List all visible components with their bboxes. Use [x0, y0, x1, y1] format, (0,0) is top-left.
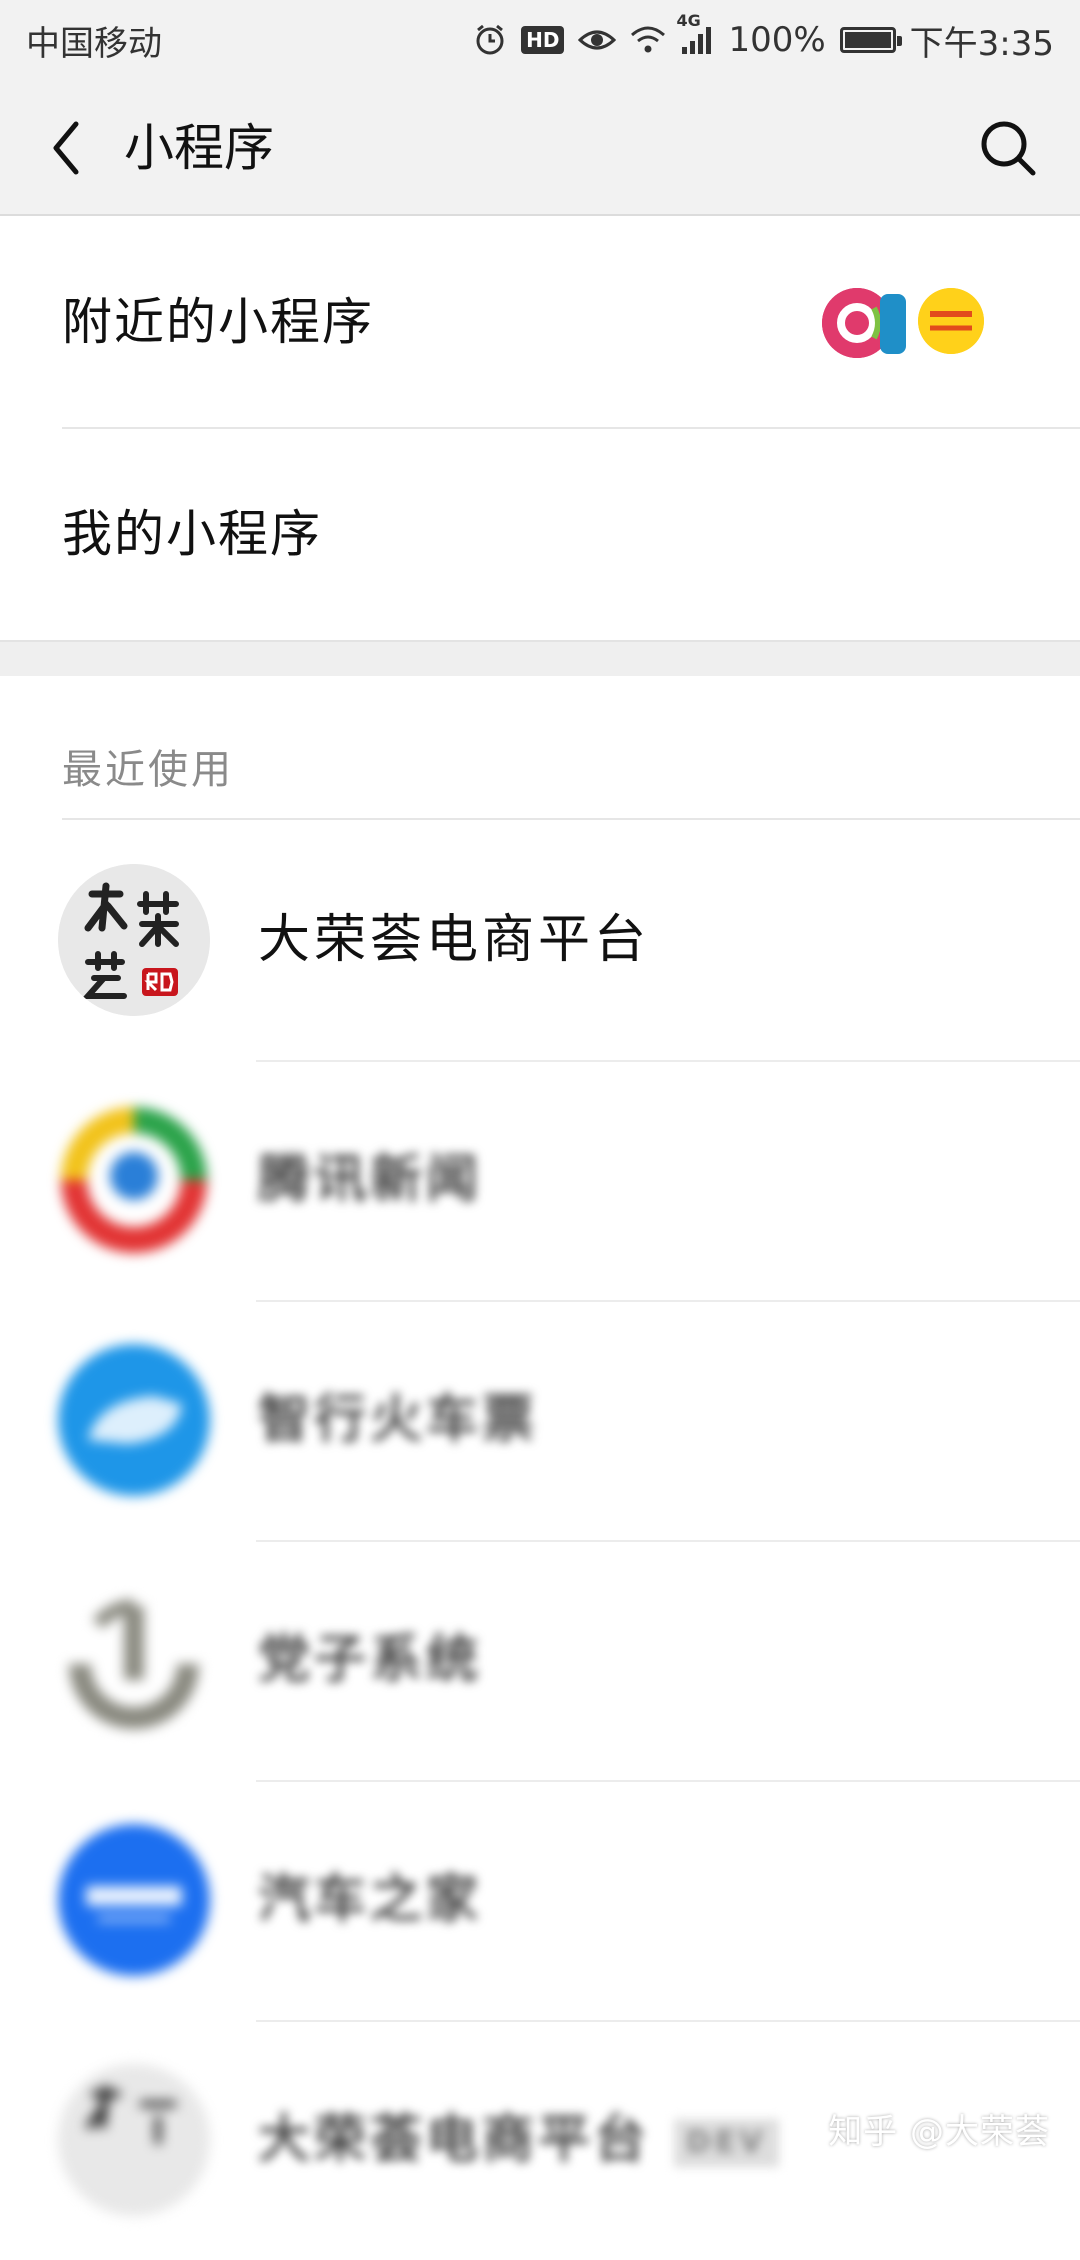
search-icon: [981, 121, 1036, 176]
app-name: 大荣荟电商平台: [258, 910, 651, 970]
chevron-left-icon: [53, 121, 79, 175]
nearby-logos: [822, 288, 992, 358]
nearby-mini-programs-label: 附近的小程序: [62, 293, 374, 351]
recent-item-darongguo[interactable]: 大荣荟电商平台: [0, 820, 1080, 1060]
recent-item-tencent-news[interactable]: 腾讯新闻: [0, 1060, 1080, 1300]
search-button[interactable]: [976, 116, 1040, 180]
carrier-label: 中国移动: [26, 23, 162, 64]
network-label: 4G: [676, 11, 701, 30]
hd-icon: HD: [521, 26, 565, 54]
alarm-icon: [473, 23, 507, 57]
system-logo: [58, 1584, 210, 1736]
recent-item-system[interactable]: 党子系统: [0, 1540, 1080, 1780]
menu-block: 附近的小程序 我的小程序: [0, 216, 1080, 640]
recent-item-train-ticket[interactable]: 智行火车票: [0, 1300, 1080, 1540]
autohome-logo: [58, 1824, 210, 1976]
app-name: 腾讯新闻: [258, 1150, 483, 1210]
nav-bar: 小程序: [0, 80, 1080, 216]
status-icons: HD 4G 100% 下午3:35: [473, 11, 1054, 65]
tencent-news-logo: [58, 1104, 210, 1256]
train-ticket-logo: [58, 1344, 210, 1496]
wifi-icon: [630, 25, 666, 55]
my-mini-programs-row[interactable]: 我的小程序: [0, 428, 1080, 640]
back-button[interactable]: [36, 116, 96, 180]
app-name-text: 大荣荟电商平台: [258, 2110, 651, 2170]
nearby-mini-programs-row[interactable]: 附近的小程序: [0, 216, 1080, 428]
section-gap: [0, 640, 1080, 676]
app-name: 汽车之家: [258, 1870, 483, 1930]
battery-icon: [839, 27, 902, 53]
clock: 下午3:35: [909, 23, 1054, 64]
darongguo-logo: [58, 864, 210, 1016]
status-bar: 中国移动 HD 4G 100% 下午3:35: [0, 0, 1080, 80]
eye-icon: [578, 26, 617, 54]
recent-item-autohome[interactable]: 汽车之家: [0, 1780, 1080, 2020]
app-name: 大荣荟电商平台 DEV: [258, 2020, 779, 2260]
darongguo-logo: [58, 2064, 210, 2216]
app-name: 党子系统: [258, 1630, 483, 1690]
battery-percent: 100%: [728, 20, 826, 60]
nearby-logo-2: [880, 294, 906, 354]
my-mini-programs-label: 我的小程序: [62, 505, 322, 563]
signal-icon: 4G: [676, 11, 714, 55]
app-name: 智行火车票: [258, 1390, 539, 1450]
watermark: 知乎 @大荣荟: [828, 2112, 1050, 2152]
page-title: 小程序: [124, 119, 274, 177]
nearby-logo-3: [918, 288, 984, 354]
